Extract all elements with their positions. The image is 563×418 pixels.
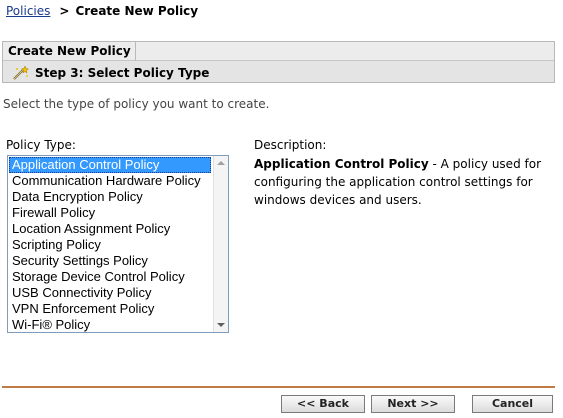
policy-option[interactable]: Security Settings Policy [9,253,211,269]
tab-create-new-policy[interactable]: Create New Policy [3,42,136,61]
breadcrumb-current: Create New Policy [75,4,199,18]
back-button[interactable]: << Back [281,395,365,413]
listbox-scrollbar[interactable] [213,156,228,332]
description-text: Application Control Policy - A policy us… [254,155,544,209]
policy-option[interactable]: VPN Enforcement Policy [9,301,211,317]
step-title: Step 3: Select Policy Type [35,65,210,80]
policy-option[interactable]: Firewall Policy [9,205,211,221]
step-header: Step 3: Select Policy Type [3,61,554,82]
breadcrumb: Policies > Create New Policy [6,4,198,18]
description-policy-name: Application Control Policy [254,157,429,171]
policy-option[interactable]: Scripting Policy [9,237,211,253]
breadcrumb-link-policies[interactable]: Policies [6,4,50,18]
instruction-text: Select the type of policy you want to cr… [3,97,270,111]
policy-option[interactable]: Wi-Fi® Policy [9,317,211,332]
policy-option[interactable]: Location Assignment Policy [9,221,211,237]
scroll-up-arrow-icon[interactable] [217,161,225,165]
next-button[interactable]: Next >> [371,395,455,413]
policy-type-label: Policy Type: [6,138,76,152]
policy-option[interactable]: USB Connectivity Policy [9,285,211,301]
panel-tab-row: Create New Policy [3,42,554,61]
wand-icon [11,64,30,81]
policy-option[interactable]: Communication Hardware Policy [9,173,211,189]
policy-option[interactable]: Application Control Policy [9,157,211,173]
policy-type-options: Application Control Policy Communication … [8,156,228,332]
footer-divider [2,386,555,388]
description-label: Description: [254,138,327,152]
scroll-down-arrow-icon[interactable] [217,323,225,327]
policy-type-listbox[interactable]: Application Control Policy Communication … [7,155,229,333]
policy-option[interactable]: Storage Device Control Policy [9,269,211,285]
policy-option[interactable]: Data Encryption Policy [9,189,211,205]
breadcrumb-separator: > [59,4,70,18]
wizard-panel: Create New Policy Step 3: Select Policy … [2,41,555,83]
cancel-button[interactable]: Cancel [472,395,553,413]
